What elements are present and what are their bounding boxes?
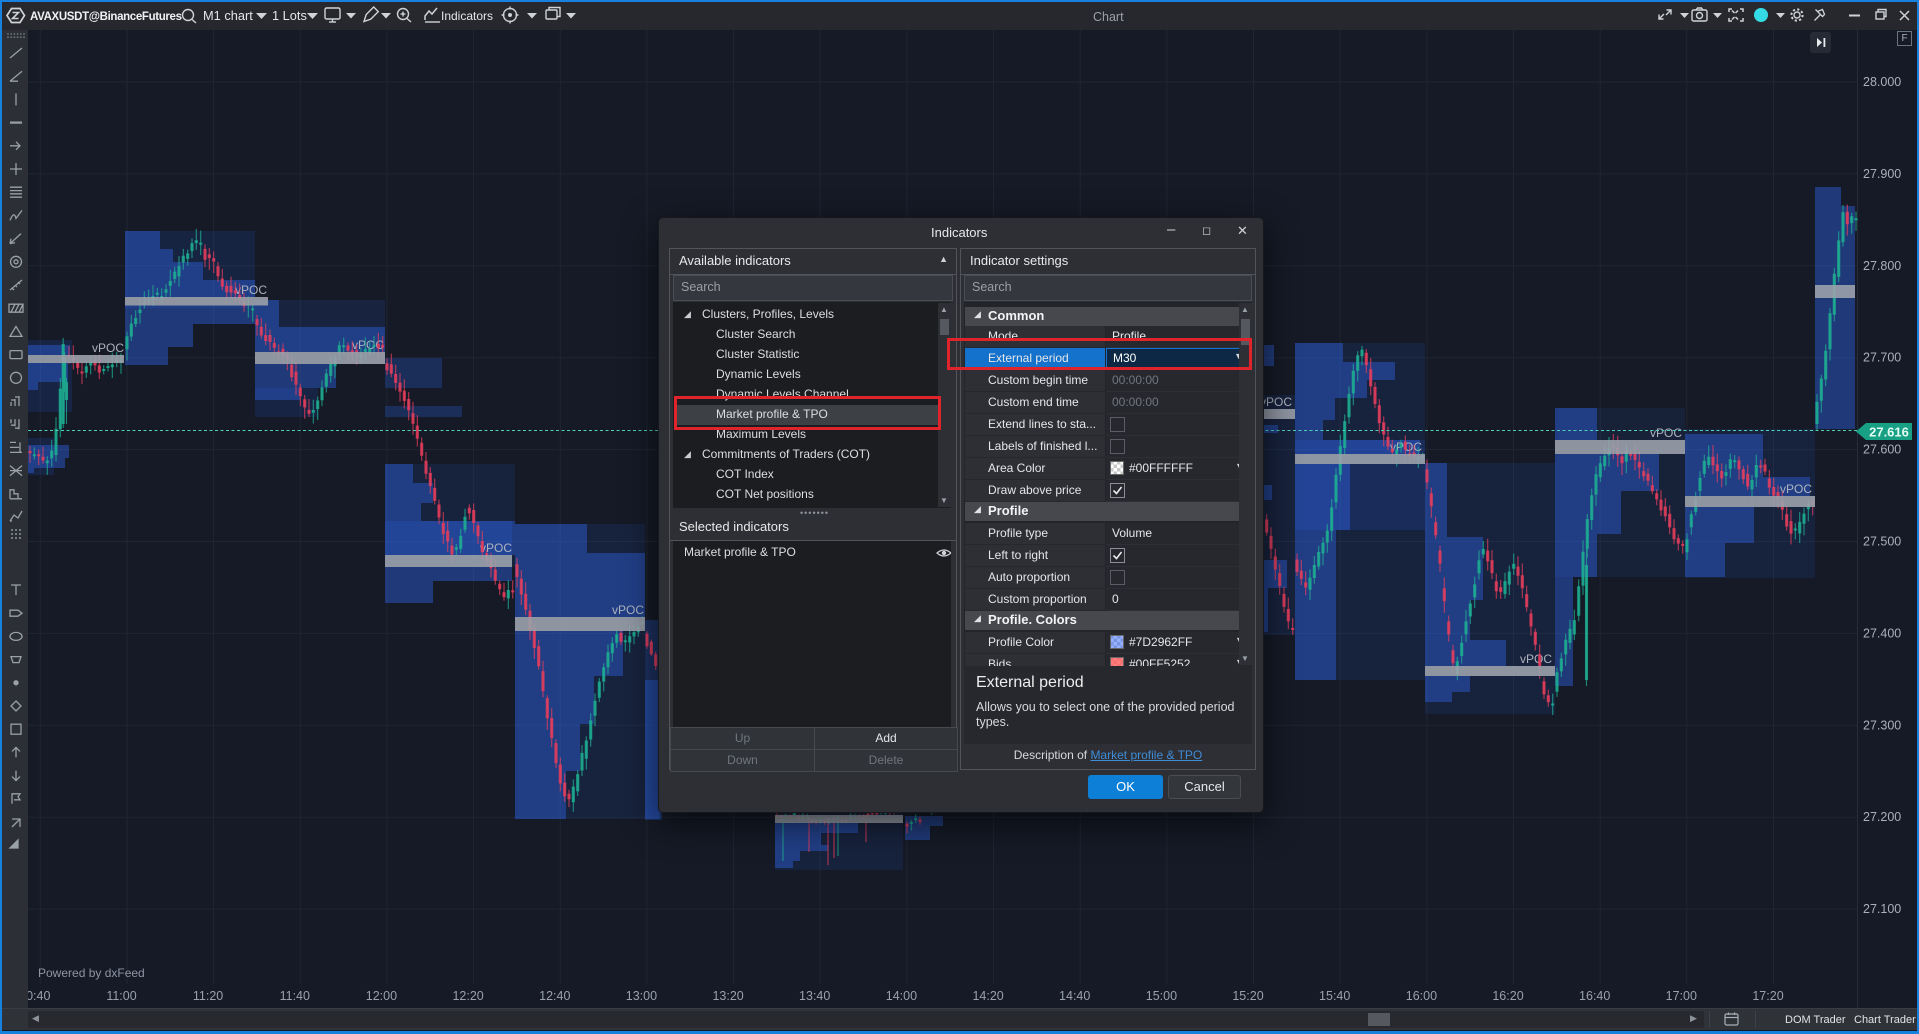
svg-text:12:20: 12:20 — [452, 989, 483, 1003]
svg-text:14:00: 14:00 — [886, 989, 917, 1003]
svg-text:vPOC: vPOC — [1780, 482, 1812, 496]
svg-text:15:00: 15:00 — [1146, 989, 1177, 1003]
svg-text:27.500: 27.500 — [1863, 535, 1901, 549]
svg-text:13:20: 13:20 — [712, 989, 743, 1003]
svg-text:27.700: 27.700 — [1863, 351, 1901, 365]
svg-text:27.100: 27.100 — [1863, 902, 1901, 916]
svg-text:28.000: 28.000 — [1863, 75, 1901, 89]
svg-text:Powered by dxFeed: Powered by dxFeed — [38, 966, 145, 980]
svg-text:13:00: 13:00 — [626, 989, 657, 1003]
svg-text:14:20: 14:20 — [972, 989, 1003, 1003]
svg-text:vPOC: vPOC — [1520, 652, 1552, 666]
svg-text:vPOC: vPOC — [612, 603, 644, 617]
svg-text:17:20: 17:20 — [1752, 989, 1783, 1003]
svg-text:27.800: 27.800 — [1863, 259, 1901, 273]
svg-text:15:40: 15:40 — [1319, 989, 1350, 1003]
svg-text:11:00: 11:00 — [106, 989, 136, 1003]
svg-text:11:40: 11:40 — [280, 989, 310, 1003]
svg-text:17:00: 17:00 — [1666, 989, 1697, 1003]
svg-text:Indicators: Indicators — [441, 9, 493, 23]
svg-text:16:20: 16:20 — [1492, 989, 1523, 1003]
svg-text:12:00: 12:00 — [366, 989, 397, 1003]
svg-text:1 Lots: 1 Lots — [272, 8, 307, 23]
svg-text:vPOC: vPOC — [92, 341, 124, 355]
svg-text:vPOC: vPOC — [1650, 426, 1682, 440]
svg-text:vPOC: vPOC — [1260, 395, 1292, 409]
svg-text:13:40: 13:40 — [799, 989, 830, 1003]
svg-text:27.300: 27.300 — [1863, 718, 1901, 732]
svg-text:M1 chart: M1 chart — [203, 8, 253, 23]
svg-text:27.200: 27.200 — [1863, 810, 1901, 824]
svg-text:16:40: 16:40 — [1579, 989, 1610, 1003]
svg-text:Chart: Chart — [1093, 10, 1124, 24]
svg-text:14:40: 14:40 — [1059, 989, 1090, 1003]
svg-text:27.900: 27.900 — [1863, 167, 1901, 181]
svg-text:AVAXUSDT@BinanceFutures: AVAXUSDT@BinanceFutures — [30, 11, 182, 23]
svg-text:16:00: 16:00 — [1406, 989, 1437, 1003]
svg-text:11:20: 11:20 — [193, 989, 223, 1003]
svg-text:27.616: 27.616 — [1869, 425, 1909, 440]
svg-text:12:40: 12:40 — [539, 989, 570, 1003]
svg-text:27.600: 27.600 — [1863, 443, 1901, 457]
svg-text:vPOC: vPOC — [480, 541, 512, 555]
svg-text:15:20: 15:20 — [1232, 989, 1263, 1003]
svg-text:27.400: 27.400 — [1863, 626, 1901, 640]
